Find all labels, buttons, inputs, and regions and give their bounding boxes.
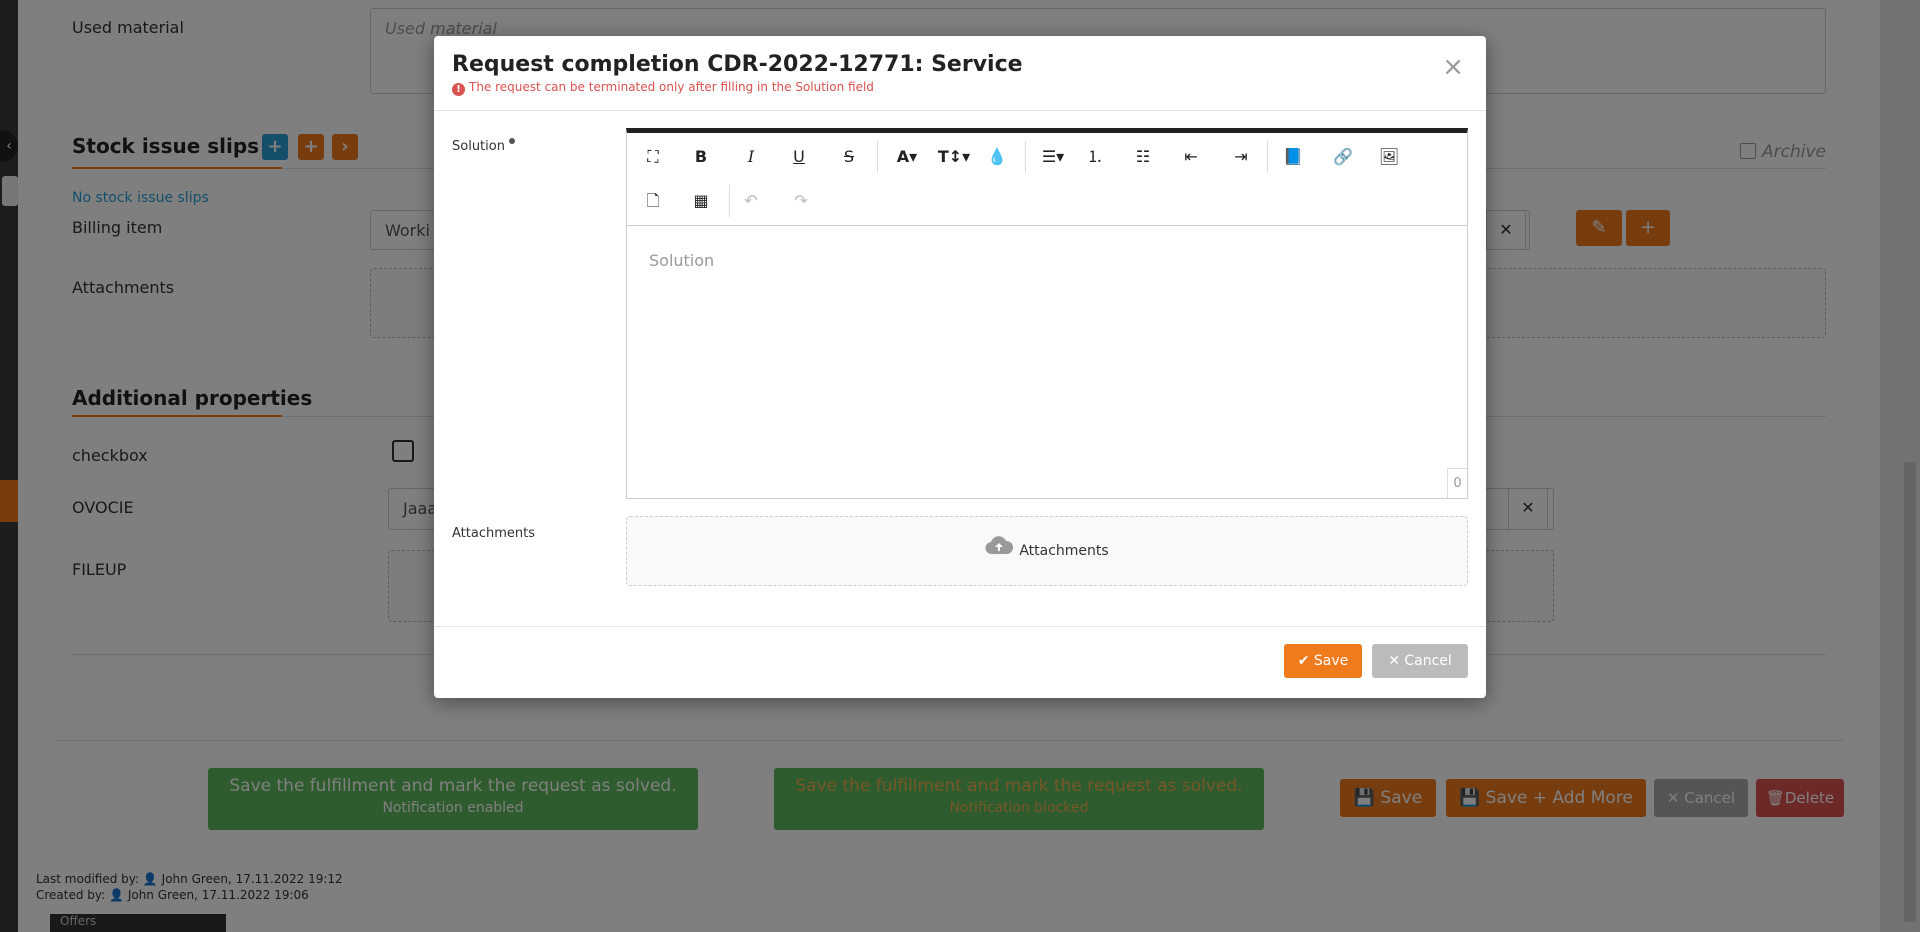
fullscreen-icon[interactable]: ⛶ [637,141,669,173]
toolbar-separator [1267,141,1268,173]
warning-icon: ! [452,83,465,96]
link-icon[interactable]: 🔗 [1327,141,1359,173]
modal-attachments-dropzone[interactable]: Attachments [626,516,1468,586]
strikethrough-icon[interactable]: S [833,141,865,173]
indent-icon[interactable]: ⇥ [1225,141,1257,173]
undo-icon[interactable]: ↶ [735,185,767,217]
cloud-upload-icon [985,517,1014,585]
document-icon[interactable]: 🗋 [637,185,669,217]
character-counter: 0 [1447,468,1467,498]
solution-label: Solution [452,138,515,154]
editor-toolbar: ⛶ B I U S A▾ T↕▾ 💧 ☰▾ ⒈ ☷ ⇤ ⇥ 📘 🔗 🖼 🗋 ▦ … [627,133,1467,226]
template-book-icon[interactable]: 📘 [1277,141,1309,173]
redo-icon[interactable]: ↷ [785,185,817,217]
required-indicator [508,138,515,144]
dialog-warning: ! The request can be terminated only afte… [452,80,874,96]
align-icon[interactable]: ☰▾ [1033,141,1073,173]
outdent-icon[interactable]: ⇤ [1175,141,1207,173]
modal-attachments-label: Attachments [452,526,535,541]
dialog-header-divider [434,110,1486,111]
toolbar-separator [877,141,878,173]
dialog-footer-divider [434,626,1486,627]
toolbar-separator [1025,141,1026,173]
solution-rich-text-editor[interactable]: ⛶ B I U S A▾ T↕▾ 💧 ☰▾ ⒈ ☷ ⇤ ⇥ 📘 🔗 🖼 🗋 ▦ … [626,128,1468,499]
text-color-icon[interactable]: 💧 [981,141,1013,173]
solution-placeholder: Solution [649,251,715,270]
close-icon[interactable]: × [1442,54,1464,80]
ordered-list-icon[interactable]: ⒈ [1079,141,1111,173]
dialog-save-button[interactable]: ✔ Save [1284,644,1362,678]
dialog-warning-text: The request can be terminated only after… [469,80,874,94]
toolbar-separator [729,185,730,217]
request-completion-dialog: Request completion CDR-2022-12771: Servi… [434,36,1486,698]
unordered-list-icon[interactable]: ☷ [1127,141,1159,173]
font-family-icon[interactable]: A▾ [887,141,927,173]
italic-icon[interactable]: I [735,141,767,173]
image-icon[interactable]: 🖼 [1373,141,1405,173]
font-size-icon[interactable]: T↕▾ [933,141,975,173]
bold-icon[interactable]: B [685,141,717,173]
dialog-title: Request completion CDR-2022-12771: Servi… [452,52,1023,77]
dialog-cancel-button[interactable]: ✕ Cancel [1372,644,1468,678]
dialog-save-label: Save [1313,653,1349,669]
table-icon[interactable]: ▦ [685,185,717,217]
modal-attachments-dropzone-label: Attachments [1019,543,1109,559]
underline-icon[interactable]: U [783,141,815,173]
dialog-cancel-label: Cancel [1404,653,1452,669]
solution-label-text: Solution [452,139,505,154]
